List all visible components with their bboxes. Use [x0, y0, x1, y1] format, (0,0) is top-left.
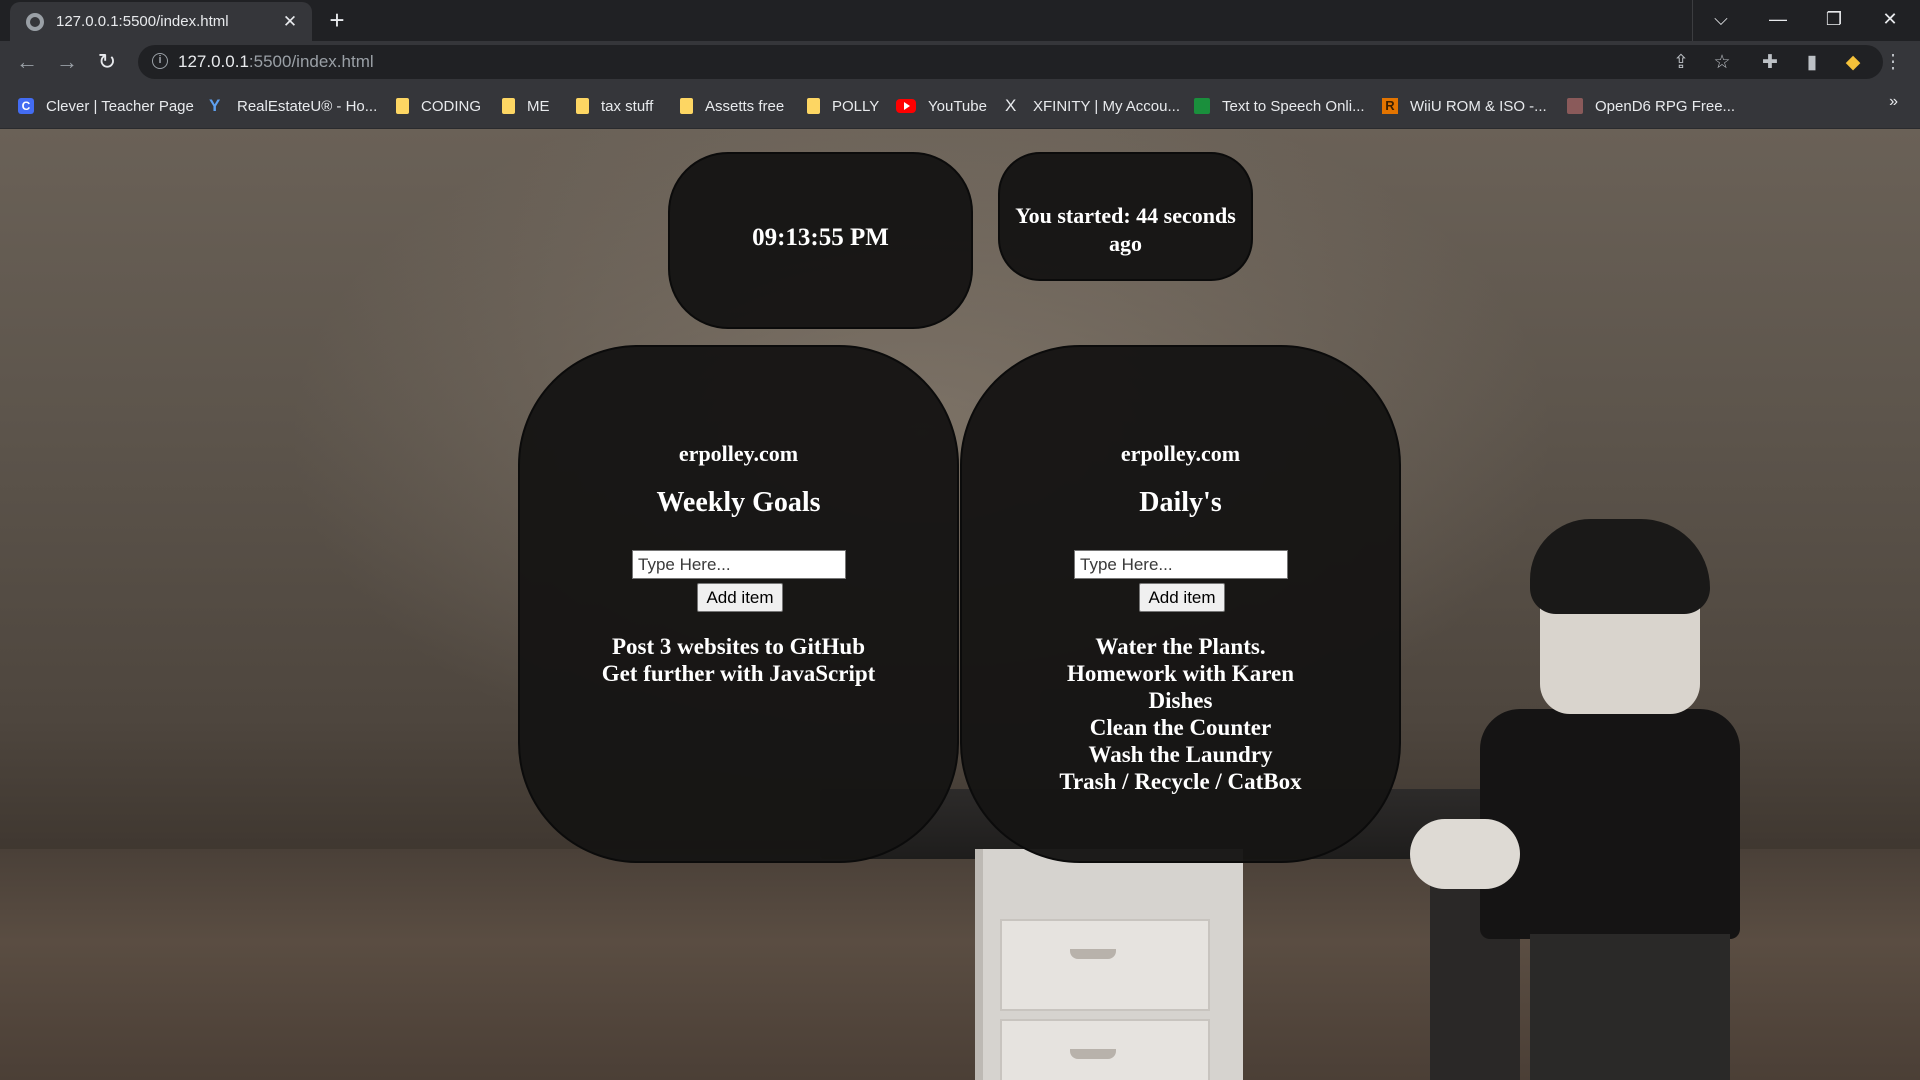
weekly-item-input[interactable] [632, 550, 846, 579]
xfinity-icon: X [1005, 96, 1017, 115]
bookmark-opend6[interactable]: OpenD6 RPG Free... [1567, 95, 1735, 117]
active-tab[interactable]: 127.0.0.1:5500/index.html ✕ [10, 2, 312, 41]
daily-add-item-button[interactable]: Add item [1139, 583, 1225, 612]
background-figure-hair [1530, 519, 1710, 614]
folder-icon [680, 98, 693, 114]
tab-search-icon[interactable]: ⌵ [1692, 0, 1749, 41]
address-bar[interactable]: i 127.0.0.1:5500/index.html [138, 45, 1883, 79]
bookmark-youtube[interactable]: YouTube [896, 95, 987, 117]
tab-title: 127.0.0.1:5500/index.html [56, 13, 229, 30]
bookmark-label: CODING [421, 97, 481, 115]
background-figure-leg [1530, 934, 1730, 1080]
site-info-icon[interactable]: i [152, 53, 168, 69]
daily-item-input[interactable] [1074, 550, 1288, 579]
bookmark-folder-tax[interactable]: tax stuff [576, 95, 653, 117]
url-path: :5500/index.html [248, 52, 374, 71]
bookmark-folder-coding[interactable]: CODING [396, 95, 481, 117]
folder-icon [576, 98, 589, 114]
clock-card: 09:13:55 PM [668, 152, 973, 329]
bookmark-realestateu[interactable]: Y RealEstateU® - Ho... [209, 95, 377, 117]
bookmark-folder-assetts[interactable]: Assetts free [680, 95, 784, 117]
folder-icon [396, 98, 409, 114]
restore-icon[interactable]: ❐ [1806, 0, 1862, 41]
bookmark-label: RealEstateU® - Ho... [237, 97, 378, 115]
list-item[interactable]: Wash the Laundry [962, 741, 1399, 768]
background-drawer-handle [1070, 1049, 1116, 1059]
dailys-list: Water the Plants. Homework with Karen Di… [962, 633, 1399, 795]
star-icon[interactable]: ☆ [1710, 51, 1734, 75]
list-item[interactable]: Get further with JavaScript [520, 660, 957, 687]
browser-toolbar: ← → ↻ i 127.0.0.1:5500/index.html ⇪ ☆ ✚ … [0, 41, 1920, 83]
url-text[interactable]: 127.0.0.1:5500/index.html [178, 52, 374, 72]
bookmark-folder-polly[interactable]: POLLY [807, 95, 879, 117]
new-tab-button[interactable]: + [322, 6, 352, 36]
bookmark-label: Clever | Teacher Page [46, 97, 194, 115]
url-host: 127.0.0.1 [178, 52, 249, 71]
realestateu-icon: Y [209, 96, 221, 115]
bookmark-folder-me[interactable]: ME [502, 95, 550, 117]
bookmark-xfinity[interactable]: X XFINITY | My Accou... [1005, 95, 1180, 117]
bookmark-label: YouTube [928, 97, 987, 115]
bookmarks-bar: C Clever | Teacher Page Y RealEstateU® - H… [0, 83, 1920, 129]
bookmark-label: Text to Speech Onli... [1222, 97, 1365, 115]
bookmark-tts[interactable]: Text to Speech Onli... [1194, 95, 1365, 117]
weekly-goals-list: Post 3 websites to GitHub Get further wi… [520, 633, 957, 687]
bookmark-label: ME [527, 97, 550, 115]
side-panel-icon[interactable]: ▮ [1800, 51, 1824, 75]
dailys-card: erpolley.com Daily's Add item Water the … [960, 345, 1401, 863]
weekly-add-item-button[interactable]: Add item [697, 583, 783, 612]
globe-icon [26, 12, 44, 31]
menu-icon[interactable]: ⋮ [1881, 51, 1905, 75]
elapsed-text: You started: 44 seconds ago [1015, 203, 1236, 256]
profile-icon[interactable]: ◆ [1841, 51, 1865, 75]
background-figure-body [1480, 709, 1740, 939]
site-name: erpolley.com [678, 441, 799, 466]
clock-time: 09:13:55 PM [752, 224, 889, 251]
weekly-goals-heading: Weekly Goals [656, 487, 821, 518]
window-close-icon[interactable]: ✕ [1862, 0, 1918, 41]
clever-icon: C [18, 98, 34, 114]
list-item[interactable]: Water the Plants. [962, 633, 1399, 660]
bookmark-label: tax stuff [601, 97, 654, 115]
list-item[interactable]: Trash / Recycle / CatBox [962, 768, 1399, 795]
share-icon[interactable]: ⇪ [1669, 51, 1693, 75]
romsfun-icon: R [1382, 98, 1398, 114]
weekly-goals-card: erpolley.com Weekly Goals Add item Post … [518, 345, 959, 863]
background-drawer-handle [1070, 949, 1116, 959]
reload-icon[interactable]: ↻ [91, 46, 123, 78]
background-figure-arm [1410, 819, 1520, 889]
dailys-heading: Daily's [1139, 487, 1222, 518]
back-icon[interactable]: ← [11, 46, 43, 78]
elapsed-card: You started: 44 seconds ago [998, 152, 1253, 281]
list-item[interactable]: Homework with Karen [962, 660, 1399, 687]
bookmark-label: XFINITY | My Accou... [1033, 97, 1180, 115]
opend6-icon [1567, 98, 1583, 114]
bookmark-clever[interactable]: C Clever | Teacher Page [18, 95, 194, 117]
list-item[interactable]: Clean the Counter [962, 714, 1399, 741]
site-name: erpolley.com [1120, 441, 1241, 466]
background-drawer [1000, 919, 1210, 1011]
bookmarks-overflow-icon[interactable]: » [1889, 93, 1898, 111]
list-item[interactable]: Dishes [962, 687, 1399, 714]
folder-icon [807, 98, 820, 114]
tab-close-icon[interactable]: ✕ [280, 12, 300, 32]
tts-icon [1194, 98, 1210, 114]
bookmark-label: Assetts free [705, 97, 785, 115]
page-viewport: 09:13:55 PM You started: 44 seconds ago … [0, 129, 1920, 1080]
bookmark-label: POLLY [832, 97, 880, 115]
bookmark-label: WiiU ROM & ISO -... [1410, 97, 1547, 115]
forward-icon[interactable]: → [51, 46, 83, 78]
minimize-icon[interactable]: — [1750, 0, 1806, 41]
tab-strip: 127.0.0.1:5500/index.html ✕ + ⌵ — ❐ ✕ [0, 0, 1920, 41]
bookmark-wiiu[interactable]: R WiiU ROM & ISO -... [1382, 95, 1547, 117]
youtube-icon [896, 99, 916, 113]
list-item[interactable]: Post 3 websites to GitHub [520, 633, 957, 660]
folder-icon [502, 98, 515, 114]
bookmark-label: OpenD6 RPG Free... [1595, 97, 1736, 115]
extensions-icon[interactable]: ✚ [1758, 51, 1782, 75]
